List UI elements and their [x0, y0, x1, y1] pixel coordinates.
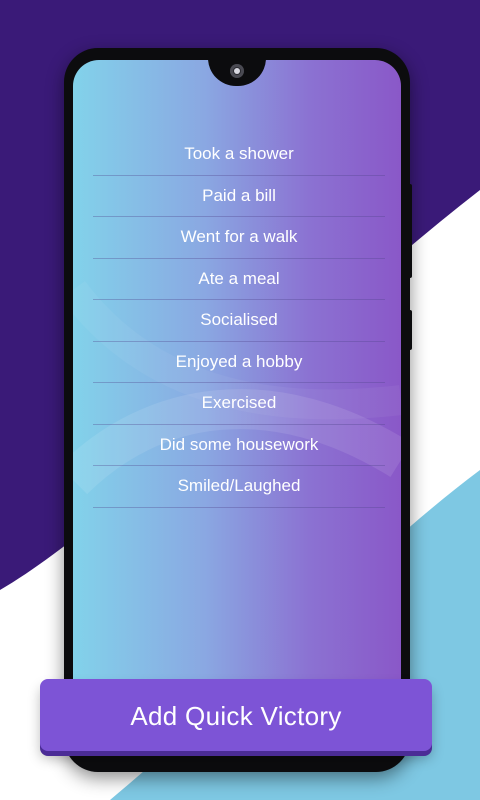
phone-mockup: Took a shower Paid a bill Went for a wal…: [64, 48, 412, 772]
promo-canvas: Took a shower Paid a bill Went for a wal…: [0, 0, 480, 800]
list-item-enjoyed-a-hobby[interactable]: Enjoyed a hobby: [93, 342, 385, 383]
phone-side-button: [408, 184, 412, 278]
list-item-exercised[interactable]: Exercised: [93, 383, 385, 425]
phone-side-button: [408, 310, 412, 350]
list-item-smiled-laughed[interactable]: Smiled/Laughed: [93, 466, 385, 508]
list-item-socialised[interactable]: Socialised: [93, 300, 385, 342]
add-quick-victory-button[interactable]: Add Quick Victory: [40, 679, 432, 751]
list-item-ate-a-meal[interactable]: Ate a meal: [93, 259, 385, 300]
list-item-did-some-housework[interactable]: Did some housework: [93, 425, 385, 466]
front-camera-icon: [230, 64, 244, 78]
list-item-went-for-a-walk[interactable]: Went for a walk: [93, 217, 385, 259]
quick-victory-list: Took a shower Paid a bill Went for a wal…: [93, 134, 385, 508]
list-item-took-a-shower[interactable]: Took a shower: [93, 134, 385, 176]
list-item-paid-a-bill[interactable]: Paid a bill: [93, 176, 385, 217]
phone-screen: Took a shower Paid a bill Went for a wal…: [73, 60, 401, 740]
